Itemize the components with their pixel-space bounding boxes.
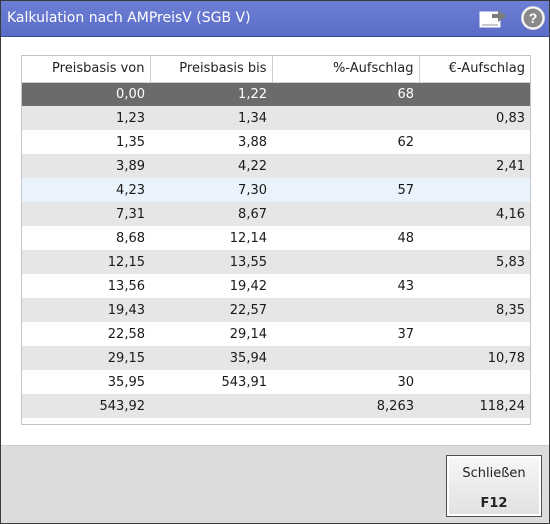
cell-euro-aufschlag: 8,35: [419, 298, 530, 322]
pricing-table: Preisbasis von Preisbasis bis %-Aufschla…: [22, 56, 530, 418]
table-header-row: Preisbasis von Preisbasis bis %-Aufschla…: [22, 56, 530, 83]
cell-preisbasis-von: 19,43: [22, 298, 150, 322]
table-row[interactable]: 7,31 8,67 4,16: [22, 202, 530, 226]
cell-preisbasis-bis: 7,30: [150, 178, 272, 202]
cell-preisbasis-von: 543,92: [22, 394, 150, 418]
cell-euro-aufschlag: [419, 370, 530, 394]
cell-preisbasis-von: 13,56: [22, 274, 150, 298]
cell-preisbasis-bis: 3,88: [150, 130, 272, 154]
table-row[interactable]: 29,15 35,94 10,78: [22, 346, 530, 370]
table-row[interactable]: 12,15 13,55 5,83: [22, 250, 530, 274]
table-row[interactable]: 4,23 7,30 57: [22, 178, 530, 202]
table-row[interactable]: 1,35 3,88 62: [22, 130, 530, 154]
pricing-table-frame: Preisbasis von Preisbasis bis %-Aufschla…: [21, 55, 531, 425]
cell-prozent-aufschlag: 8,263: [272, 394, 419, 418]
table-row[interactable]: 35,95 543,91 30: [22, 370, 530, 394]
table-row[interactable]: 13,56 19,42 43: [22, 274, 530, 298]
cell-preisbasis-von: 4,23: [22, 178, 150, 202]
column-header-euro-aufschlag[interactable]: €-Aufschlag: [419, 56, 530, 83]
calculation-dialog: Kalkulation nach AMPreisV (SGB V) ? Prei…: [0, 0, 550, 524]
cell-preisbasis-von: 35,95: [22, 370, 150, 394]
cell-prozent-aufschlag: 37: [272, 322, 419, 346]
cell-euro-aufschlag: [419, 274, 530, 298]
table-row[interactable]: 19,43 22,57 8,35: [22, 298, 530, 322]
cell-euro-aufschlag: [419, 226, 530, 250]
table-row[interactable]: 8,68 12,14 48: [22, 226, 530, 250]
cell-euro-aufschlag: [419, 178, 530, 202]
cell-preisbasis-von: 1,23: [22, 106, 150, 130]
cell-prozent-aufschlag: 62: [272, 130, 419, 154]
cell-preisbasis-bis: 35,94: [150, 346, 272, 370]
cell-prozent-aufschlag: [272, 154, 419, 178]
cell-prozent-aufschlag: [272, 106, 419, 130]
cell-preisbasis-bis: 543,91: [150, 370, 272, 394]
dialog-content: Preisbasis von Preisbasis bis %-Aufschla…: [1, 37, 549, 445]
cell-prozent-aufschlag: [272, 298, 419, 322]
cell-preisbasis-bis: 19,42: [150, 274, 272, 298]
cell-prozent-aufschlag: [272, 346, 419, 370]
help-icon[interactable]: ?: [520, 5, 546, 31]
close-button-shortcut: F12: [480, 496, 508, 511]
cell-prozent-aufschlag: 43: [272, 274, 419, 298]
close-button[interactable]: Schließen F12: [446, 455, 542, 517]
table-row[interactable]: 1,23 1,34 0,83: [22, 106, 530, 130]
table-row[interactable]: 3,89 4,22 2,41: [22, 154, 530, 178]
export-icon[interactable]: [479, 8, 509, 30]
cell-preisbasis-von: 3,89: [22, 154, 150, 178]
column-header-prozent-aufschlag[interactable]: %-Aufschlag: [272, 56, 420, 83]
cell-preisbasis-von: 1,35: [22, 130, 150, 154]
cell-preisbasis-bis: 1,34: [150, 106, 272, 130]
column-header-preisbasis-bis[interactable]: Preisbasis bis: [150, 56, 273, 83]
cell-prozent-aufschlag: [272, 250, 419, 274]
cell-euro-aufschlag: 2,41: [419, 154, 530, 178]
cell-euro-aufschlag: 0,83: [419, 106, 530, 130]
cell-preisbasis-bis: 29,14: [150, 322, 272, 346]
cell-preisbasis-bis: 22,57: [150, 298, 272, 322]
cell-preisbasis-bis: [150, 394, 272, 418]
cell-preisbasis-von: 0,00: [22, 82, 150, 106]
cell-prozent-aufschlag: 57: [272, 178, 419, 202]
column-header-preisbasis-von[interactable]: Preisbasis von: [22, 56, 151, 83]
cell-preisbasis-bis: 12,14: [150, 226, 272, 250]
cell-preisbasis-von: 8,68: [22, 226, 150, 250]
cell-euro-aufschlag: 5,83: [419, 250, 530, 274]
cell-prozent-aufschlag: 68: [272, 82, 419, 106]
cell-euro-aufschlag: [419, 130, 530, 154]
cell-preisbasis-von: 29,15: [22, 346, 150, 370]
close-button-label: Schließen: [462, 466, 526, 481]
cell-preisbasis-bis: 1,22: [150, 82, 272, 106]
table-row[interactable]: 0,00 1,22 68: [22, 82, 530, 106]
cell-euro-aufschlag: 10,78: [419, 346, 530, 370]
cell-euro-aufschlag: [419, 82, 530, 106]
cell-euro-aufschlag: 118,24: [419, 394, 530, 418]
cell-preisbasis-von: 7,31: [22, 202, 150, 226]
cell-euro-aufschlag: [419, 322, 530, 346]
title-bar: Kalkulation nach AMPreisV (SGB V) ?: [1, 1, 549, 37]
cell-prozent-aufschlag: 48: [272, 226, 419, 250]
cell-preisbasis-von: 12,15: [22, 250, 150, 274]
cell-preisbasis-von: 22,58: [22, 322, 150, 346]
cell-euro-aufschlag: 4,16: [419, 202, 530, 226]
cell-prozent-aufschlag: [272, 202, 419, 226]
button-bar: Schließen F12: [1, 445, 549, 523]
cell-preisbasis-bis: 13,55: [150, 250, 272, 274]
cell-preisbasis-bis: 4,22: [150, 154, 272, 178]
table-row[interactable]: 22,58 29,14 37: [22, 322, 530, 346]
table-row[interactable]: 543,92 8,263 118,24: [22, 394, 530, 418]
cell-prozent-aufschlag: 30: [272, 370, 419, 394]
svg-text:?: ?: [529, 10, 538, 26]
window-title: Kalkulation nach AMPreisV (SGB V): [7, 10, 251, 26]
cell-preisbasis-bis: 8,67: [150, 202, 272, 226]
